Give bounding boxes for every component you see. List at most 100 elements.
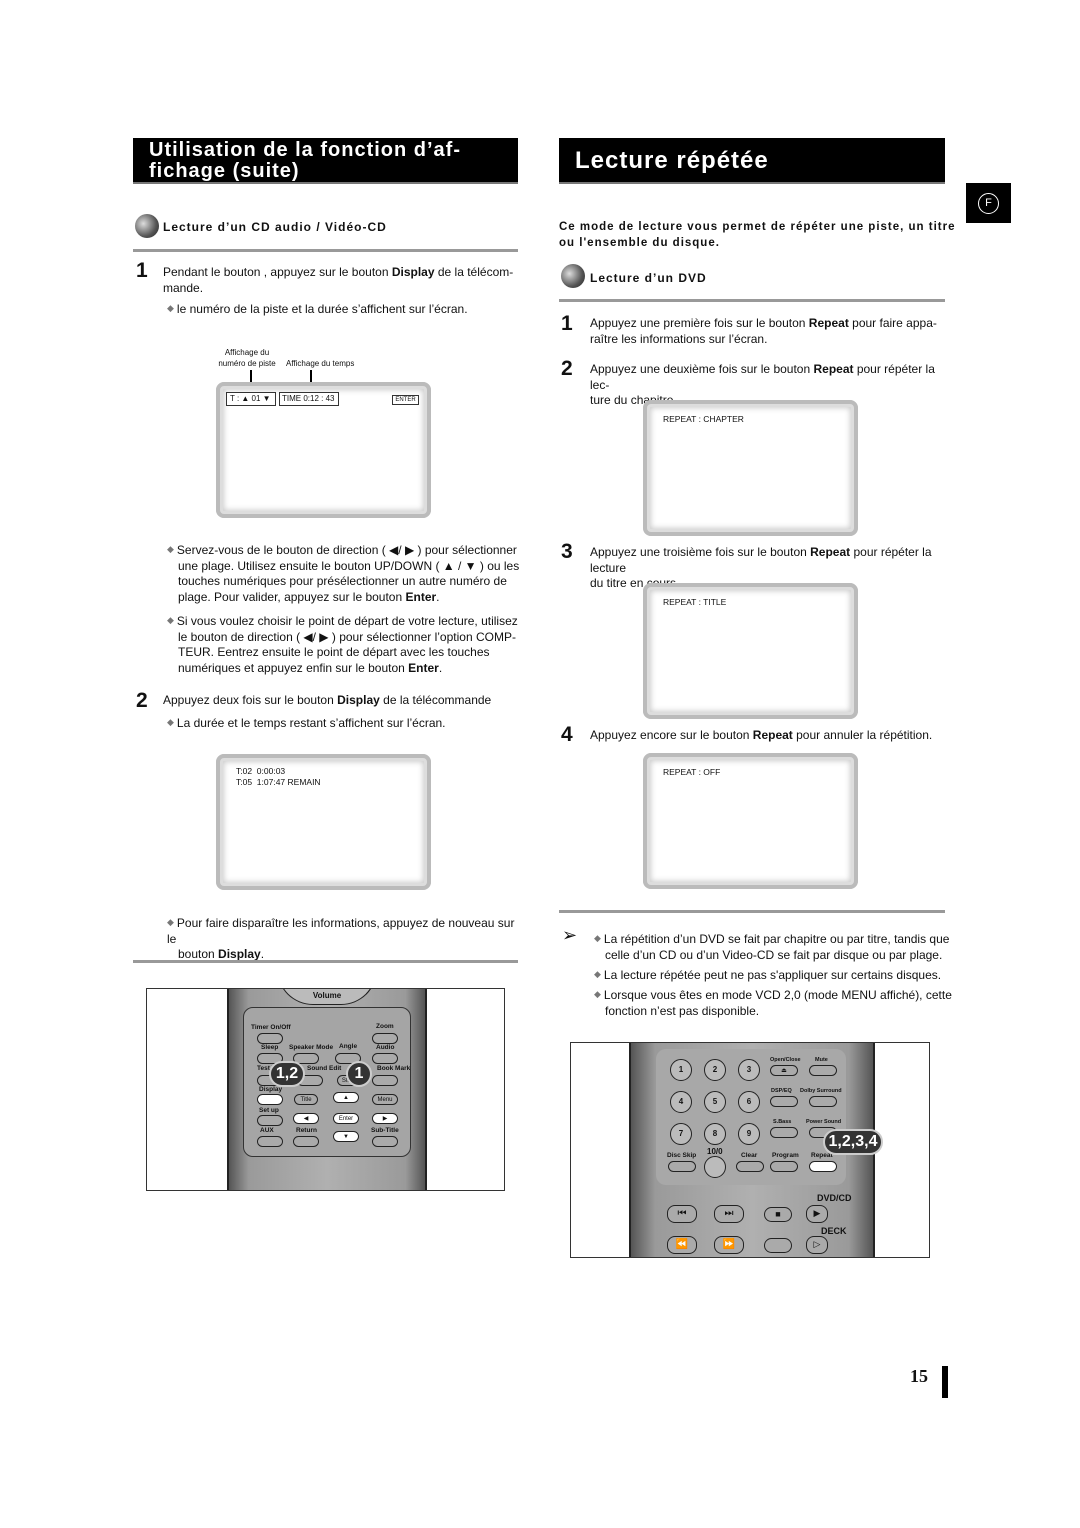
step-callout: 1,2 xyxy=(269,1061,305,1087)
tv-screen: T : ▲ 01 ▼ TIME 0:12 : 43 ENTER xyxy=(216,382,431,518)
step-number: 2 xyxy=(136,689,148,712)
forward-button: ⏭ xyxy=(714,1205,744,1223)
t: Lorsque vous êtes en mode VCD 2,0 (mode … xyxy=(603,988,952,1002)
t: numéro de piste xyxy=(218,359,276,368)
t: mande. xyxy=(163,280,204,295)
t: Appuyez une troisième fois sur le bouton xyxy=(590,545,811,559)
disc-skip-button xyxy=(668,1161,696,1172)
tv-screen: REPEAT : CHAPTER xyxy=(643,400,858,536)
digit-button: 8 xyxy=(704,1123,726,1145)
t: fonction n’est pas disponible. xyxy=(605,1003,760,1018)
time-display: TIME 0:12 : 43 xyxy=(279,392,339,406)
divider xyxy=(133,249,518,252)
t: Servez-vous de le bouton de direction ( … xyxy=(176,543,517,557)
bullet: Si vous voulez choisir le point de dépar… xyxy=(167,613,527,676)
aux-button xyxy=(257,1136,283,1147)
remote-label: Dolby Surround xyxy=(800,1088,842,1094)
remote-label: Sound Edit xyxy=(307,1065,342,1072)
disc-icon xyxy=(561,264,585,288)
step-number: 4 xyxy=(561,723,573,746)
subtitle-button xyxy=(372,1136,398,1147)
t: Display xyxy=(337,693,380,707)
t: raître les informations sur l’écran. xyxy=(590,331,768,346)
step-callout: 1 xyxy=(346,1061,372,1087)
up-button: ▲ xyxy=(333,1092,359,1103)
step-number: 2 xyxy=(561,357,573,380)
bullet: La durée et le temps restant s’affichent… xyxy=(167,715,527,732)
t: Appuyez deux fois sur le bouton xyxy=(163,693,338,707)
tv-screen: REPEAT : OFF xyxy=(643,753,858,889)
timer-button xyxy=(257,1033,283,1044)
deck-rewind-button: ⏪ xyxy=(667,1236,697,1254)
screen-line: REPEAT : TITLE xyxy=(663,597,727,607)
step-number: 3 xyxy=(561,540,573,563)
remote-label: Mute xyxy=(815,1057,828,1063)
digit-button: 1 xyxy=(670,1059,692,1081)
t: le numéro de la piste et la durée s’affi… xyxy=(176,302,468,316)
remote-label: Clear xyxy=(741,1152,758,1159)
step-text: Appuyez une première fois sur le bouton … xyxy=(590,316,950,347)
remote-label: 10/0 xyxy=(707,1147,723,1156)
remote-label: Speaker Mode xyxy=(289,1044,334,1051)
remote-label: Angle xyxy=(339,1043,358,1050)
t: ou l'ensemble du disque. xyxy=(559,236,720,249)
t: Ce mode de lecture vous permet de répéte… xyxy=(559,221,956,233)
rewind-button: ⏮ xyxy=(667,1205,697,1223)
repeat-button xyxy=(809,1161,837,1172)
step-number: 1 xyxy=(136,259,148,282)
title-line: fichage (suite) xyxy=(149,160,300,182)
remote-label: Set up xyxy=(259,1107,279,1114)
t: touches numériques pour présélectionner … xyxy=(178,574,507,588)
bullet: le numéro de la piste et la durée s’affi… xyxy=(167,301,527,318)
divider xyxy=(133,960,518,963)
display-button xyxy=(257,1094,283,1105)
t: Appuyez une première fois sur le bouton xyxy=(590,316,809,330)
t: La lecture répétée peut ne pas s'appliqu… xyxy=(603,968,942,982)
t: de la télécommande xyxy=(379,693,492,707)
t: La durée et le temps restant s’affichent… xyxy=(176,716,446,730)
step-number: 1 xyxy=(561,312,573,335)
t: Repeat xyxy=(752,728,793,742)
remote-illustration: Volume Timer On/Off Zoom Sleep Speaker M… xyxy=(146,988,505,1191)
digit-button: 4 xyxy=(670,1091,692,1113)
divider xyxy=(559,910,945,913)
ten-zero-button xyxy=(704,1156,726,1178)
page-number-bar xyxy=(942,1366,948,1398)
deck-stop-button xyxy=(764,1238,792,1253)
screen-line: REPEAT : OFF xyxy=(663,767,721,777)
note: La répétition d’un DVD se fait par chapi… xyxy=(594,931,954,963)
subheading: Lecture d’un CD audio / Vidéo-CD xyxy=(163,220,387,234)
subheading: Lecture d’un DVD xyxy=(590,271,707,285)
mute-button xyxy=(809,1065,837,1076)
remote-label: S.Bass xyxy=(773,1119,792,1125)
return-button xyxy=(293,1136,319,1147)
remote-label: Audio xyxy=(376,1044,395,1051)
t: Si vous voulez choisir le point de dépar… xyxy=(176,614,518,628)
dsp-eq-button xyxy=(770,1096,798,1107)
tv-screen: T:02 0:00:03 T:05 1:07:47 REMAIN xyxy=(216,754,431,890)
remote-label: Sleep xyxy=(261,1044,279,1051)
language-letter: F xyxy=(978,193,999,214)
t: pour annuler la répétition. xyxy=(792,728,933,742)
track-display: T : ▲ 01 ▼ xyxy=(226,392,276,406)
t: La répétition d’un DVD se fait par chapi… xyxy=(603,932,950,946)
t: . xyxy=(436,589,440,604)
dolby-surround-button xyxy=(809,1096,837,1107)
digit-button: 6 xyxy=(738,1091,760,1113)
section-title-right: Lecture répétée xyxy=(559,138,945,184)
left-button: ◀ xyxy=(293,1113,319,1124)
note: Lorsque vous êtes en mode VCD 2,0 (mode … xyxy=(594,987,954,1019)
section-title-left: Utilisation de la fonction d’af-fichage … xyxy=(133,138,518,184)
t: Repeat xyxy=(810,545,851,559)
step-callout: 1,2,3,4 xyxy=(823,1129,883,1155)
menu-button: Menu xyxy=(372,1094,398,1105)
tv-screen: REPEAT : TITLE xyxy=(643,583,858,719)
bookmark-button xyxy=(372,1075,398,1086)
page-number: 15 xyxy=(910,1366,928,1386)
t: Repeat xyxy=(813,362,854,376)
setup-button xyxy=(257,1115,283,1126)
remote-label: DSP/EQ xyxy=(771,1088,792,1094)
title-line: Utilisation de la fonction d’af- xyxy=(149,139,461,161)
t: . xyxy=(260,947,265,961)
disc-icon xyxy=(135,214,159,238)
